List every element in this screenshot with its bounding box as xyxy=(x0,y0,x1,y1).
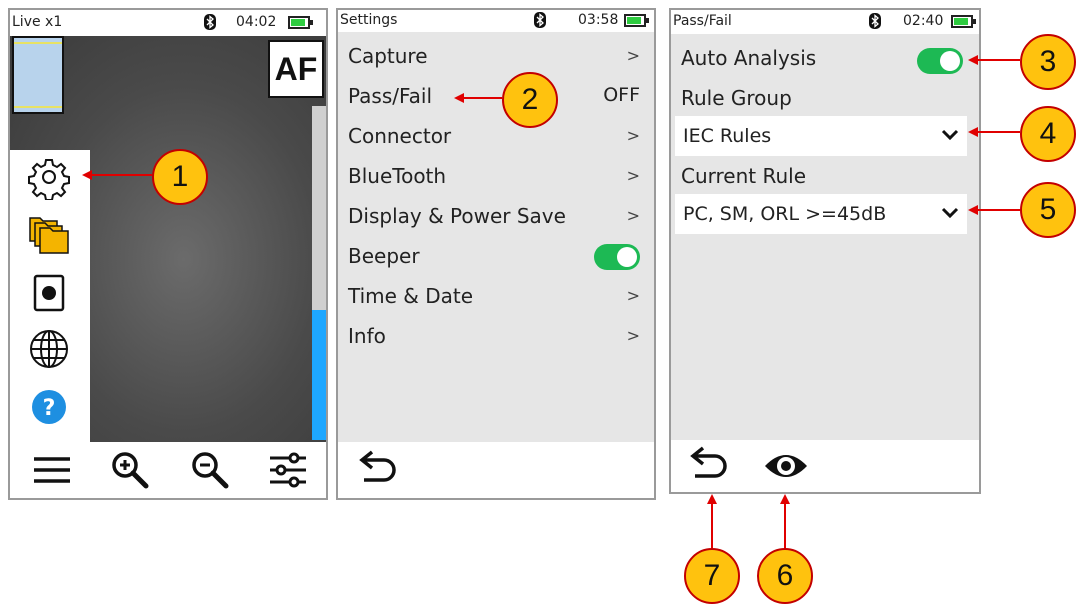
callout-3: 3 xyxy=(1020,34,1076,90)
callout-2: 2 xyxy=(502,72,558,128)
callout-5: 5 xyxy=(1020,182,1076,238)
callout-1: 1 xyxy=(152,149,208,205)
callout-7: 7 xyxy=(684,548,740,604)
callout-6: 6 xyxy=(757,548,813,604)
callout-4: 4 xyxy=(1020,106,1076,162)
